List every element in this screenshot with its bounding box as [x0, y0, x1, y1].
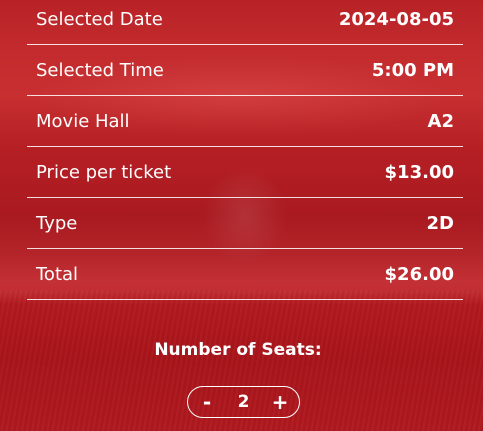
booking-details: Selected Date 2024-08-05 Selected Time 5…: [27, 0, 463, 300]
detail-row-hall: Movie Hall A2: [27, 96, 463, 147]
total-label: Total: [36, 263, 79, 285]
seats-title: Number of Seats:: [154, 340, 322, 360]
decrement-button[interactable]: -: [198, 392, 216, 412]
detail-row-total: Total $26.00: [27, 249, 463, 300]
detail-row-time: Selected Time 5:00 PM: [27, 45, 463, 96]
detail-row-price: Price per ticket $13.00: [27, 147, 463, 198]
detail-row-type: Type 2D: [27, 198, 463, 249]
seat-quantity-stepper[interactable]: - 2 +: [187, 386, 300, 418]
seats-section: Number of Seats: - 2 +: [0, 340, 483, 418]
total-value: $26.00: [384, 263, 454, 285]
seat-quantity-value: 2: [237, 392, 250, 412]
hall-label: Movie Hall: [36, 110, 130, 132]
price-label: Price per ticket: [36, 161, 172, 183]
hall-value: A2: [427, 110, 454, 132]
price-value: $13.00: [384, 161, 454, 183]
date-label: Selected Date: [36, 8, 163, 30]
type-value: 2D: [426, 212, 454, 234]
detail-row-date: Selected Date 2024-08-05: [27, 0, 463, 45]
date-value: 2024-08-05: [338, 8, 454, 30]
time-value: 5:00 PM: [371, 59, 454, 81]
increment-button[interactable]: +: [271, 392, 289, 412]
type-label: Type: [36, 212, 78, 234]
time-label: Selected Time: [36, 59, 164, 81]
